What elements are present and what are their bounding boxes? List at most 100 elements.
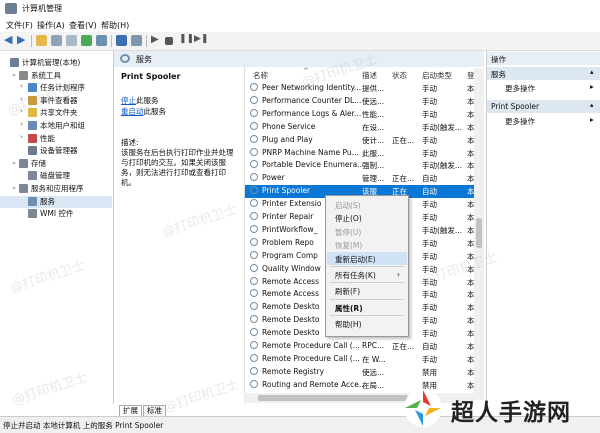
column-description[interactable]: 描述: [362, 70, 377, 81]
show-tree-icon[interactable]: [51, 35, 62, 46]
stop-service-link[interactable]: 停止: [121, 96, 136, 105]
service-start: 手动: [422, 303, 437, 313]
tree-item[interactable]: ⌄ 服务和应用程序: [0, 183, 112, 195]
tree-item-label: 服务和应用程序: [31, 184, 84, 193]
context-menu-item[interactable]: 暂停(U): [327, 225, 407, 238]
more-actions-1[interactable]: 更多操作 ▸: [487, 82, 600, 94]
menu-help[interactable]: 帮助(H): [101, 20, 129, 31]
context-menu-item[interactable]: 恢复(M): [327, 238, 407, 251]
forward-arrow-icon[interactable]: ▶: [17, 33, 28, 46]
expand-arrow-icon[interactable]: ›: [20, 120, 23, 128]
service-row[interactable]: Performance Counter DL... 使远... 手动本: [245, 95, 477, 108]
service-start: 手动: [422, 290, 437, 300]
computer-management-icon: [5, 3, 17, 14]
gear-icon: [250, 276, 258, 285]
storage-icon: [19, 158, 28, 168]
more-actions-2-label: 更多操作: [505, 117, 535, 126]
expand-arrow-icon[interactable]: ›: [20, 133, 23, 141]
service-name: Remote Deskto: [262, 328, 320, 338]
help-icon[interactable]: [116, 35, 127, 46]
column-status[interactable]: 状态: [392, 70, 407, 81]
service-name: Power: [262, 173, 285, 183]
restart-service-link[interactable]: 重启动: [121, 107, 144, 116]
gear-icon: [250, 160, 258, 169]
collapse-arrow-icon[interactable]: ▴: [590, 101, 594, 109]
wmi-icon: [28, 209, 37, 219]
back-arrow-icon[interactable]: ◀: [4, 33, 15, 46]
service-row[interactable]: Power 管理... 正在... 自动本: [245, 172, 477, 185]
service-name: Printer Extensio: [262, 199, 322, 209]
computer-icon: [10, 58, 19, 67]
tree-item[interactable]: WMI 控件: [0, 208, 112, 220]
column-name[interactable]: 名称: [253, 70, 268, 81]
expand-arrow-icon[interactable]: ⌄: [11, 70, 17, 78]
service-name: Phone Service: [262, 121, 316, 131]
more-actions-1-label: 更多操作: [505, 84, 535, 93]
show-pane-icon[interactable]: [131, 35, 142, 46]
tree-item[interactable]: ⌄ 系统工具: [0, 70, 112, 82]
vertical-scrollbar[interactable]: [474, 68, 484, 400]
service-start: 手动: [422, 238, 437, 248]
context-menu-item[interactable]: 刷新(F): [327, 284, 407, 297]
context-menu-item[interactable]: 属性(R): [327, 301, 407, 314]
restart-icon[interactable]: ▶❚: [194, 34, 208, 45]
stop-icon[interactable]: [165, 37, 173, 45]
stop-line: 停止此服务: [121, 95, 159, 106]
service-start: 手动(触发...: [422, 225, 463, 235]
column-startup-type[interactable]: 启动类型: [422, 70, 452, 81]
menu-file[interactable]: 文件(F): [6, 20, 33, 31]
service-row[interactable]: Plug and Play 使计... 正在... 手动本: [245, 134, 477, 147]
service-row[interactable]: Peer Networking Identity... 提供... 手动本: [245, 82, 477, 95]
service-row[interactable]: Phone Service 在设... 手动(触发... 本: [245, 121, 477, 134]
gear-icon: [250, 263, 258, 272]
service-start: 自动: [422, 187, 437, 197]
export-list-icon[interactable]: [96, 35, 107, 46]
brand-text: 超人手游网: [451, 400, 571, 426]
tree-item[interactable]: 计算机管理(本地): [0, 57, 112, 69]
expand-arrow-icon[interactable]: ⌄: [11, 183, 17, 191]
tree-item[interactable]: › 本地用户和组: [0, 120, 112, 132]
pause-icon[interactable]: ❚❚: [179, 34, 194, 45]
scroll-thumb[interactable]: [476, 218, 482, 248]
expand-arrow-icon[interactable]: ⌄: [11, 158, 17, 166]
collapse-arrow-icon[interactable]: ▴: [590, 68, 594, 76]
expand-arrow-icon[interactable]: ›: [20, 82, 23, 90]
service-start: 手动: [422, 354, 437, 364]
hscroll-thumb[interactable]: [258, 395, 408, 401]
service-row[interactable]: Portable Device Enumera... 强制... 手动(触发... 本: [245, 159, 477, 172]
gear-icon: [250, 173, 258, 182]
service-row[interactable]: Performance Logs & Aler... 性能... 手动本: [245, 108, 477, 121]
context-menu-item[interactable]: 启动(S): [327, 198, 407, 211]
service-start: 手动: [422, 135, 437, 145]
tree-item[interactable]: ⌄ 存储: [0, 158, 112, 170]
tree-item[interactable]: › 性能: [0, 133, 112, 145]
service-start: 手动(触发...: [422, 122, 463, 132]
menu-view[interactable]: 查看(V): [69, 20, 97, 31]
menu-action[interactable]: 操作(A): [37, 20, 65, 31]
tree-item[interactable]: 服务: [0, 195, 112, 208]
tree-item[interactable]: 设备管理器: [0, 145, 112, 157]
up-folder-icon[interactable]: [36, 35, 47, 46]
service-name: Print Spooler: [121, 72, 181, 81]
refresh-icon[interactable]: [81, 35, 92, 46]
tree-item[interactable]: 磁盘管理: [0, 170, 112, 182]
properties-icon[interactable]: [66, 35, 77, 46]
context-menu-item[interactable]: 所有任务(K) ›: [327, 268, 407, 281]
gear-icon: [250, 366, 258, 375]
service-row[interactable]: Remote Registry 使远... 禁用本: [245, 366, 477, 379]
context-menu-item[interactable]: 帮助(H): [327, 317, 407, 330]
gear-icon: [250, 224, 258, 233]
service-name: Routing and Remote Acce...: [262, 379, 366, 389]
service-start: 手动: [422, 84, 437, 93]
context-menu-item[interactable]: 重新启动(E): [327, 251, 407, 265]
actions-section-print-spooler[interactable]: Print Spooler ▴: [487, 100, 600, 113]
start-icon[interactable]: ▶: [151, 34, 162, 45]
service-row[interactable]: Remote Procedure Call (... 在 W... 手动本: [245, 353, 477, 366]
service-row[interactable]: PNRP Machine Name Pu... 此服... 手动本: [245, 147, 477, 160]
more-actions-2[interactable]: 更多操作 ▸: [487, 115, 600, 127]
actions-section-services[interactable]: 服务 ▴: [487, 67, 600, 80]
service-desc: RPC...: [362, 341, 385, 350]
submenu-arrow-icon: ▸: [590, 115, 594, 124]
service-row[interactable]: Remote Procedure Call (... RPC... 正在... 自动本: [245, 340, 477, 353]
context-menu-item[interactable]: 停止(O): [327, 211, 407, 224]
